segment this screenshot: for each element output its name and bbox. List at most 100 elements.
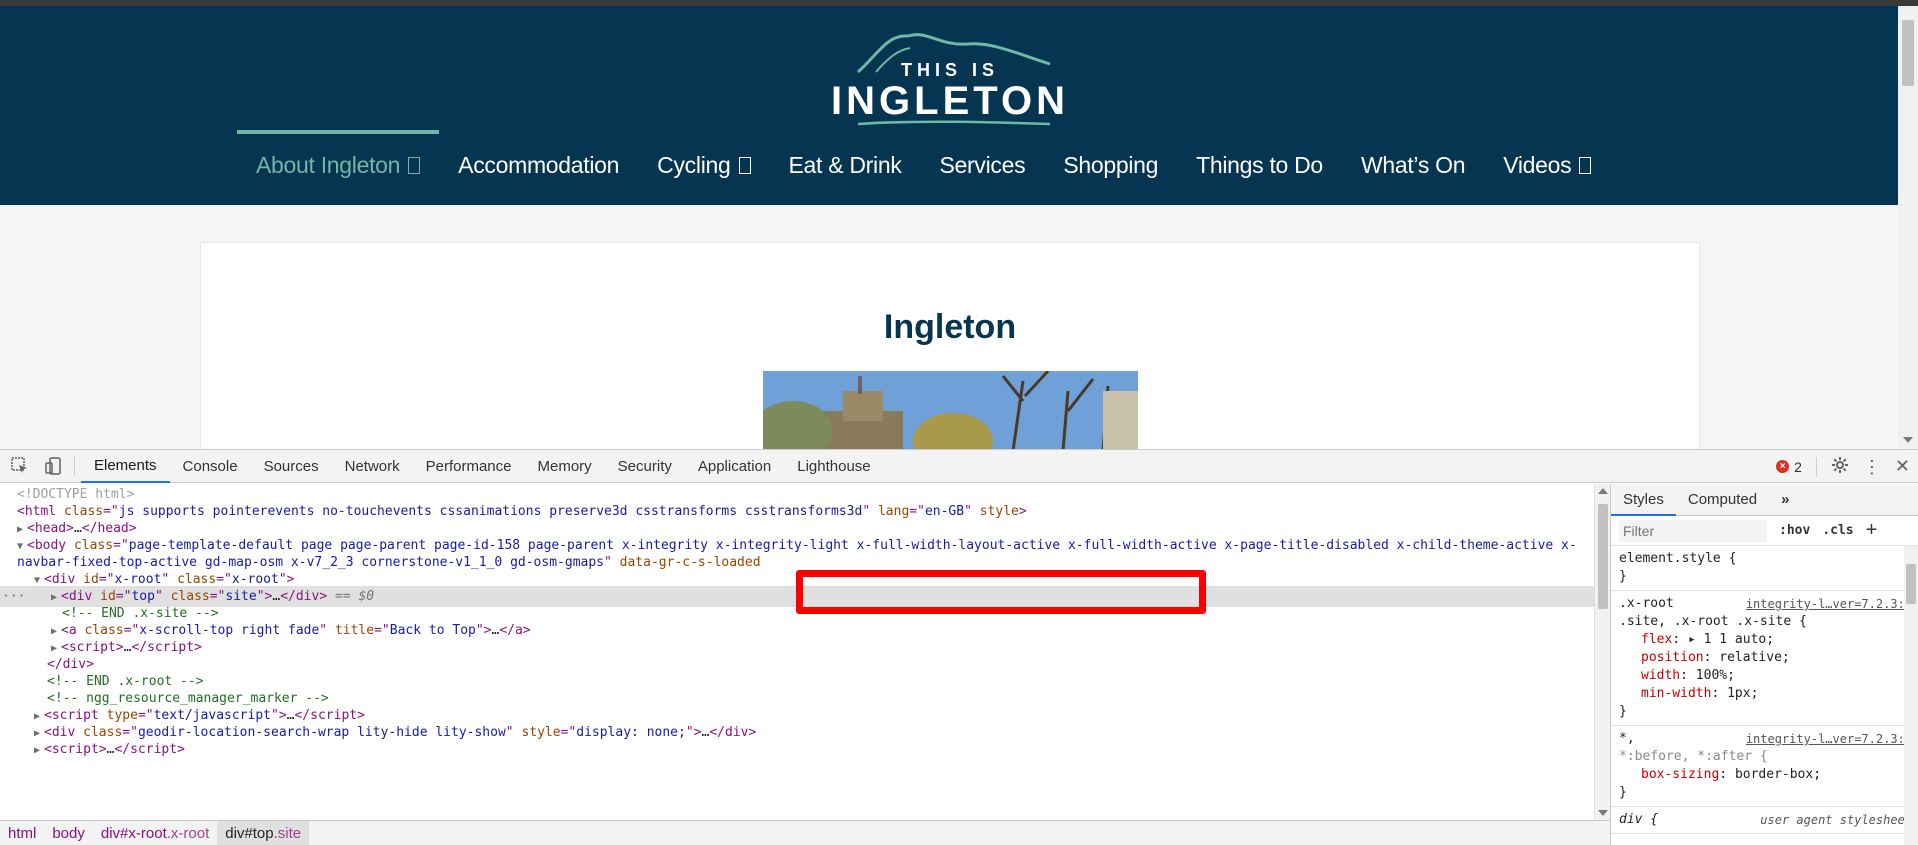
tab-memory[interactable]: Memory bbox=[525, 450, 605, 483]
breadcrumb-item[interactable]: div#top.site bbox=[217, 820, 310, 845]
devtools-panel: Elements Console Sources Network Performance… bbox=[0, 449, 1918, 845]
cls-toggle[interactable]: .cls bbox=[1822, 523, 1853, 538]
content-card: Ingleton bbox=[200, 242, 1700, 462]
error-count-badge[interactable]: × 2 bbox=[1776, 459, 1802, 475]
inspect-element-icon[interactable] bbox=[6, 452, 34, 480]
breadcrumb-class: .x-root bbox=[166, 824, 210, 842]
rule-element-style[interactable]: element.style { } bbox=[1611, 546, 1918, 591]
css-property[interactable]: flex: ▸ 1 1 auto; bbox=[1619, 631, 1910, 649]
css-property-value: border-box; bbox=[1734, 767, 1822, 782]
dropdown-icon bbox=[408, 157, 421, 174]
nav-item-label: Shopping bbox=[1063, 152, 1159, 178]
new-rule-plus-icon[interactable]: + bbox=[1866, 519, 1878, 542]
logo-bottom-text: INGLETON bbox=[831, 79, 1069, 123]
css-property-value: ▸ 1 1 auto; bbox=[1687, 632, 1775, 647]
nav-item-what-s-on[interactable]: What’s On bbox=[1342, 126, 1484, 205]
nav-item-label: Cycling bbox=[657, 152, 731, 178]
nav-item-label: Eat & Drink bbox=[788, 152, 902, 178]
settings-gear-icon[interactable] bbox=[1831, 456, 1849, 478]
hov-toggle[interactable]: :hov bbox=[1779, 523, 1810, 538]
nav-item-label: Services bbox=[939, 152, 1026, 178]
nav-item-services[interactable]: Services bbox=[921, 126, 1045, 205]
css-property-value: 100%; bbox=[1695, 668, 1735, 683]
styles-scrollbar-thumb[interactable] bbox=[1906, 564, 1916, 604]
rule-source-link[interactable]: integrity-l…ver=7.2.3:1 bbox=[1746, 730, 1912, 748]
breadcrumb-item[interactable]: div#x-root.x-root bbox=[93, 821, 217, 845]
page-title: Ingleton bbox=[883, 308, 1017, 346]
nav-item-about-ingleton[interactable]: About Ingleton bbox=[237, 126, 440, 205]
rule-selector: element.style { bbox=[1619, 551, 1737, 566]
expand-arrow-icon[interactable]: ▶ bbox=[34, 740, 44, 761]
site-logo[interactable]: THIS IS INGLETON bbox=[818, 24, 1082, 134]
devtools-toolbar: Elements Console Sources Network Performance… bbox=[0, 449, 1918, 483]
rule-universal[interactable]: integrity-l…ver=7.2.3:1 *, *:before, *:a… bbox=[1611, 726, 1918, 807]
page-scrollbar[interactable] bbox=[1898, 6, 1918, 449]
elements-tree: <!DOCTYPE html> <html class="js supports… bbox=[0, 484, 1594, 820]
nav-item-label: About Ingleton bbox=[256, 152, 401, 178]
rule-selector: .site, .x-root .x-site { bbox=[1619, 614, 1807, 629]
css-property[interactable]: min-width: 1px; bbox=[1619, 685, 1910, 703]
css-property[interactable]: box-sizing: border-box; bbox=[1619, 766, 1910, 784]
css-property[interactable]: width: 100%; bbox=[1619, 667, 1910, 685]
nav-item-label: What’s On bbox=[1360, 152, 1466, 178]
tab-network[interactable]: Network bbox=[332, 450, 413, 483]
comment-text: <!-- END .x-site --> bbox=[62, 606, 219, 621]
css-property-name: position bbox=[1641, 650, 1704, 665]
annotation-highlight-box bbox=[796, 570, 1206, 614]
breadcrumb-class: .site bbox=[273, 824, 302, 842]
breadcrumb-tag: div#x-root bbox=[100, 824, 167, 842]
nav-item-videos[interactable]: Videos bbox=[1484, 126, 1610, 205]
geodir-class-value: geodir-location-search-wrap lity-hide li… bbox=[137, 725, 506, 740]
body-class-value-cont: navbar-fixed-top-active gd-map-osm x-v7_… bbox=[17, 555, 604, 570]
close-devtools-icon[interactable]: ✕ bbox=[1895, 456, 1910, 477]
tab-computed[interactable]: Computed bbox=[1676, 484, 1769, 516]
elements-scrollbar[interactable] bbox=[1594, 484, 1610, 820]
tab-security[interactable]: Security bbox=[605, 450, 685, 483]
rule-x-root[interactable]: integrity-l…ver=7.2.3:1 .x-root .site, .… bbox=[1611, 591, 1918, 726]
tab-performance[interactable]: Performance bbox=[413, 450, 525, 483]
nav-item-things-to-do[interactable]: Things to Do bbox=[1177, 126, 1342, 205]
breadcrumb-item[interactable]: html bbox=[0, 821, 44, 845]
rule-div-ua[interactable]: user agent stylesheet div { bbox=[1611, 807, 1918, 834]
elements-scrollbar-thumb[interactable] bbox=[1598, 504, 1608, 609]
css-property-name: min-width bbox=[1641, 686, 1712, 701]
scroll-down-arrow-icon[interactable] bbox=[1598, 810, 1608, 816]
rule-selector: *:before, *:after { bbox=[1619, 749, 1768, 764]
scroll-down-arrow-icon[interactable] bbox=[1903, 437, 1913, 443]
tab-styles[interactable]: Styles bbox=[1611, 484, 1676, 516]
dom-node-script-2[interactable]: ▶ <script>…</script> bbox=[0, 739, 1594, 760]
device-toolbar-icon[interactable] bbox=[40, 452, 68, 480]
comment-text: <!-- ngg_resource_manager_marker --> bbox=[47, 691, 329, 706]
root-id-value: x-root bbox=[114, 572, 162, 587]
a-title-value: Back to Top bbox=[389, 623, 476, 638]
styles-filter-input[interactable] bbox=[1619, 519, 1767, 542]
tab-elements[interactable]: Elements bbox=[81, 449, 170, 483]
error-icon: × bbox=[1776, 460, 1790, 473]
css-property[interactable]: position: relative; bbox=[1619, 649, 1910, 667]
body-attr-data: data-gr-c-s-loaded bbox=[619, 555, 761, 570]
more-tabs-chevron-icon[interactable]: » bbox=[1769, 484, 1801, 516]
scroll-up-arrow-icon[interactable] bbox=[1598, 488, 1608, 494]
nav-item-cycling[interactable]: Cycling bbox=[638, 126, 769, 205]
geodir-style-value: display: none; bbox=[576, 725, 686, 740]
nav-item-label: Videos bbox=[1503, 152, 1572, 178]
rule-source-link[interactable]: integrity-l…ver=7.2.3:1 bbox=[1746, 595, 1912, 613]
dropdown-icon bbox=[1579, 157, 1592, 174]
nav-item-eat-drink[interactable]: Eat & Drink bbox=[770, 126, 921, 205]
tab-lighthouse[interactable]: Lighthouse bbox=[784, 450, 883, 483]
dropdown-icon bbox=[738, 157, 751, 174]
tab-sources[interactable]: Sources bbox=[251, 450, 332, 483]
tab-console[interactable]: Console bbox=[170, 450, 251, 483]
styles-scrollbar[interactable] bbox=[1904, 546, 1918, 845]
comment-text: <!-- END .x-root --> bbox=[47, 674, 204, 689]
more-options-icon[interactable]: ⋮ bbox=[1863, 458, 1881, 476]
page-scrollbar-thumb[interactable] bbox=[1902, 20, 1914, 86]
breadcrumb-item[interactable]: body bbox=[44, 821, 93, 845]
a-class-value: x-scroll-top right fade bbox=[139, 623, 320, 638]
breadcrumb-tag: body bbox=[52, 824, 85, 842]
tab-application[interactable]: Application bbox=[685, 450, 784, 483]
nav-item-shopping[interactable]: Shopping bbox=[1044, 126, 1177, 205]
css-property-value: relative; bbox=[1719, 650, 1790, 665]
nav-item-accommodation[interactable]: Accommodation bbox=[439, 126, 638, 205]
hero-image bbox=[763, 371, 1138, 451]
